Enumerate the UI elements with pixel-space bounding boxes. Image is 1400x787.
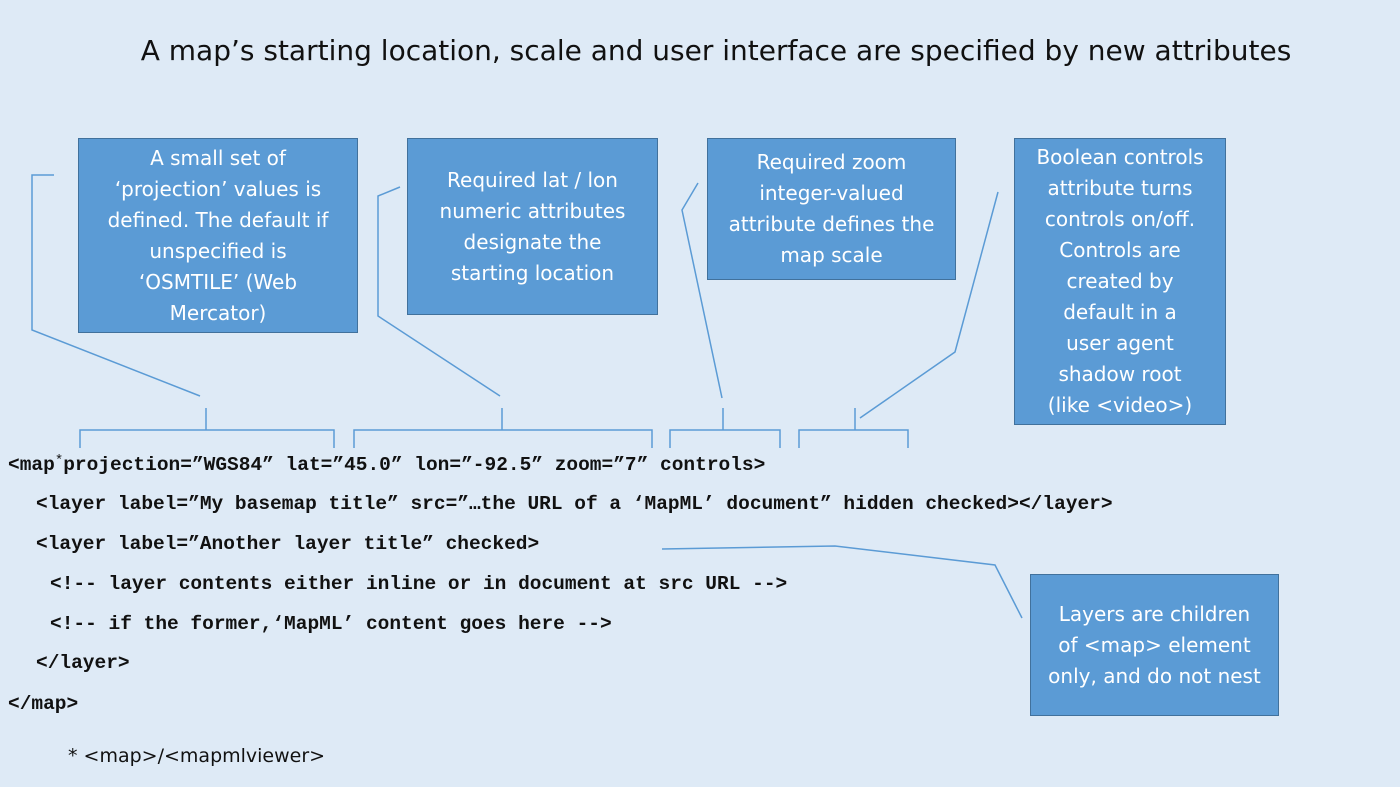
code-layer-close-line: </layer> <box>36 652 130 674</box>
code-asterisk: * <box>54 453 64 469</box>
callout-projection: A small set of ‘projection’ values is de… <box>78 138 358 333</box>
code-comment1-line: <!-- layer contents either inline or in … <box>50 573 788 595</box>
brace-projection <box>79 408 335 448</box>
brace-controls <box>798 408 909 448</box>
code-map-tag: <map <box>8 454 55 476</box>
callout-zoom: Required zoom integer-valued attribute d… <box>707 138 956 280</box>
footnote: * <map>/<mapmlviewer> <box>68 745 326 767</box>
code-map-open-line: <map*projection=”WGS84” lat=”45.0” lon=”… <box>8 453 765 476</box>
code-layer1-line: <layer label=”My basemap title” src=”…th… <box>36 493 1113 515</box>
brace-latlon <box>353 408 653 448</box>
code-comment2-line: <!-- if the former,‘MapML’ content goes … <box>50 613 612 635</box>
brace-zoom <box>669 408 781 448</box>
callout-controls: Boolean controls attribute turns control… <box>1014 138 1226 425</box>
callout-layers: Layers are children of <map> element onl… <box>1030 574 1279 716</box>
callout-latlon: Required lat / lon numeric attributes de… <box>407 138 658 315</box>
code-map-close-line: </map> <box>8 693 79 715</box>
code-map-attrs: projection=”WGS84” lat=”45.0” lon=”-92.5… <box>63 454 766 476</box>
code-layer2-line: <layer label=”Another layer title” check… <box>36 533 540 555</box>
